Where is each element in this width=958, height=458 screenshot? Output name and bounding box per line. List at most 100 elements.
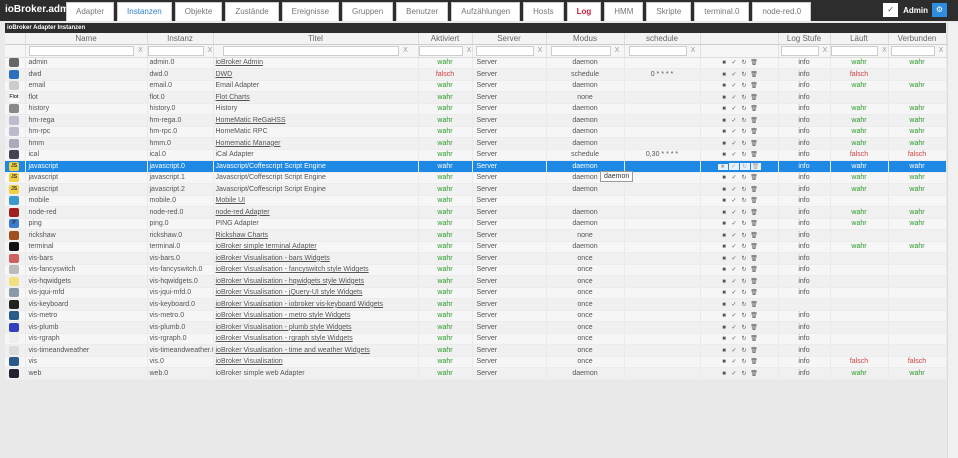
enabled-value[interactable]: wahr <box>418 206 473 219</box>
table-row[interactable]: admin admin.0 ioBroker Admin wahr Server daem… <box>5 57 947 69</box>
delete-icon[interactable]: 🗑 <box>749 278 759 285</box>
enabled-value[interactable]: wahr <box>418 126 473 138</box>
edit-icon[interactable]: ✓ <box>729 266 739 273</box>
enabled-value[interactable]: wahr <box>418 195 473 207</box>
enabled-value[interactable]: wahr <box>418 264 473 276</box>
table-row[interactable]: vis-metro vis-metro.0 ioBroker Visualisati… <box>5 310 947 322</box>
table-row[interactable]: web web.0 ioBroker simple web Adapter wahr S… <box>5 367 947 380</box>
log-level-value[interactable]: info <box>778 91 831 104</box>
reload-icon[interactable]: ↻ <box>739 94 749 101</box>
reload-icon[interactable]: ↻ <box>739 324 749 331</box>
stop-icon[interactable]: ■ <box>719 129 729 135</box>
log-level-value[interactable]: info <box>778 195 831 207</box>
reload-icon[interactable]: ↻ <box>739 186 749 193</box>
delete-icon[interactable]: 🗑 <box>749 335 759 342</box>
delete-icon[interactable]: 🗑 <box>749 117 759 124</box>
stop-icon[interactable]: ■ <box>719 313 729 319</box>
edit-icon[interactable]: ✓ <box>729 197 739 204</box>
log-level-value[interactable]: info <box>778 80 831 92</box>
enabled-value[interactable]: wahr <box>418 310 473 322</box>
tab-instanzen[interactable]: Instanzen <box>117 2 172 21</box>
edit-icon[interactable]: ✓ <box>729 358 739 365</box>
adapter-title-link[interactable]: DWD <box>216 71 233 78</box>
tab-terminal-0[interactable]: terminal.0 <box>694 2 750 21</box>
table-row[interactable]: terminal terminal.0 ioBroker simple termin… <box>5 241 947 253</box>
clear-filter-button[interactable]: X <box>538 47 543 54</box>
edit-icon[interactable]: ✓ <box>729 370 739 377</box>
reload-icon[interactable]: ↻ <box>739 266 749 273</box>
tab-aufz-hlungen[interactable]: Aufzählungen <box>451 2 521 21</box>
stop-icon[interactable]: ■ <box>719 95 729 101</box>
adapter-title-link[interactable]: ioBroker Visualisation - jQuery-UI style… <box>216 289 363 296</box>
reload-icon[interactable]: ↻ <box>739 82 749 89</box>
log-level-value[interactable]: info <box>778 137 831 150</box>
reload-icon[interactable]: ↻ <box>739 347 749 354</box>
clear-filter-button[interactable]: X <box>138 47 143 54</box>
tab-gruppen[interactable]: Gruppen <box>342 2 394 21</box>
enabled-value[interactable]: wahr <box>418 252 473 265</box>
stop-icon[interactable]: ■ <box>717 163 728 170</box>
stop-icon[interactable]: ■ <box>719 187 729 193</box>
log-level-value[interactable] <box>778 298 831 311</box>
delete-icon[interactable]: 🗑 <box>749 59 759 66</box>
tab-skripte[interactable]: Skripte <box>646 2 692 21</box>
tab-log[interactable]: Log <box>566 2 602 21</box>
edit-icon[interactable]: ✓ <box>728 162 739 170</box>
log-level-value[interactable]: info <box>778 333 831 345</box>
adapter-title-link[interactable]: ioBroker Visualisation - time and weathe… <box>216 347 370 354</box>
log-level-value[interactable]: info <box>778 356 831 368</box>
stop-icon[interactable]: ■ <box>719 359 729 365</box>
table-row[interactable]: Flot flot flot.0 Flot Charts wahr Server none ■… <box>5 91 947 104</box>
table-row[interactable]: vis-timeandweather vis-timeandweather.0 io… <box>5 344 947 357</box>
stop-icon[interactable]: ■ <box>719 233 729 239</box>
adapter-title-link[interactable]: Homematic Manager <box>216 140 281 147</box>
delete-icon[interactable]: 🗑 <box>749 71 759 78</box>
stop-icon[interactable]: ■ <box>719 152 729 158</box>
table-row[interactable]: rickshaw rickshaw.0 Rickshaw Charts wahr Ser… <box>5 229 947 242</box>
log-level-value[interactable]: info <box>778 172 831 184</box>
adapter-title-link[interactable]: Rickshaw Charts <box>216 232 269 239</box>
adapter-title-link[interactable]: ioBroker Visualisation - bars Widgets <box>216 255 330 262</box>
stop-icon[interactable]: ■ <box>719 336 729 342</box>
filter-input[interactable] <box>550 45 611 56</box>
delete-icon[interactable]: 🗑 <box>749 82 759 89</box>
enabled-value[interactable]: wahr <box>418 287 473 299</box>
edit-icon[interactable]: ✓ <box>729 220 739 227</box>
table-row[interactable]: JS javascript javascript.1 Javascript/Coffe… <box>5 172 947 184</box>
stop-icon[interactable]: ■ <box>719 210 729 216</box>
log-level-value[interactable]: info <box>778 275 831 288</box>
delete-icon[interactable]: 🗑 <box>749 289 759 296</box>
table-row[interactable]: vis-rgraph vis-rgraph.0 ioBroker Visualisa… <box>5 333 947 345</box>
edit-icon[interactable]: ✓ <box>729 289 739 296</box>
stop-icon[interactable]: ■ <box>719 256 729 262</box>
reload-icon[interactable]: ↻ <box>739 243 749 250</box>
table-row[interactable]: vis-hqwidgets vis-hqwidgets.0 ioBroker Vis… <box>5 275 947 288</box>
delete-icon[interactable]: 🗑 <box>749 358 759 365</box>
adapter-title-link[interactable]: ioBroker Visualisation - hqwidgets style… <box>216 278 365 285</box>
enabled-value[interactable]: wahr <box>418 137 473 150</box>
log-level-value[interactable]: info <box>778 321 831 334</box>
tab-hmm[interactable]: HMM <box>604 2 644 21</box>
delete-icon[interactable]: 🗑 <box>749 140 759 147</box>
column-header-aktiviert[interactable]: Aktiviert <box>418 33 473 45</box>
filter-input[interactable] <box>29 45 135 56</box>
stop-icon[interactable]: ■ <box>719 72 729 78</box>
enabled-value[interactable]: wahr <box>418 241 473 253</box>
table-row[interactable]: dwd dwd.0 DWD falsch Server schedule 0 * * * *… <box>5 68 947 81</box>
adapter-title-link[interactable]: ioBroker Admin <box>216 59 263 66</box>
enabled-value[interactable]: wahr <box>418 333 473 345</box>
enabled-value[interactable]: falsch <box>418 68 473 81</box>
delete-icon[interactable]: 🗑 <box>749 243 759 250</box>
log-level-value[interactable]: info <box>778 183 831 196</box>
delete-icon[interactable]: 🗑 <box>749 220 759 227</box>
column-header-schedule[interactable]: schedule <box>624 33 701 45</box>
stop-icon[interactable]: ■ <box>719 106 729 112</box>
delete-icon[interactable]: 🗑 <box>749 370 759 377</box>
edit-icon[interactable]: ✓ <box>729 151 739 158</box>
table-row[interactable]: mobile mobile.0 Mobile UI wahr Server ■ ✓ ↻ 🗑 inf… <box>5 195 947 207</box>
edit-icon[interactable]: ✓ <box>729 140 739 147</box>
table-row[interactable]: history history.0 History wahr Server daemon ■… <box>5 103 947 115</box>
enabled-value[interactable]: wahr <box>418 172 473 184</box>
edit-icon[interactable]: ✓ <box>729 82 739 89</box>
reload-icon[interactable]: ↻ <box>739 128 749 135</box>
